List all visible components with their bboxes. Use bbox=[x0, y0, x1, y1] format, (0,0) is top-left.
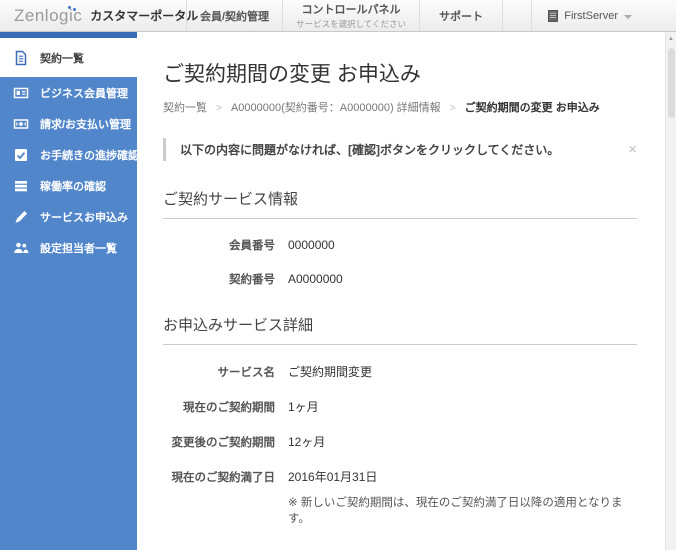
breadcrumb-detail[interactable]: A0000000(契約番号：A0000000) 詳細情報 bbox=[231, 102, 441, 114]
section-contract-service-info: ご契約サービス情報 会員番号 0000000 契約番号 A0000000 bbox=[163, 188, 637, 287]
menu-control-panel[interactable]: コントロールパネル サービスを選択してください bbox=[282, 0, 419, 31]
check-square-icon bbox=[13, 147, 29, 163]
sidebar-item-contract-list[interactable]: 契約一覧 bbox=[0, 38, 137, 77]
field-label: 現在のご契約満了日 bbox=[171, 471, 276, 484]
account-name: FirstServer bbox=[564, 9, 618, 22]
sidebar-item-label: 稼働率の確認 bbox=[40, 180, 106, 193]
notice-banner: 以下の内容に問題がなければ、[確認]ボタンをクリックしてください。 × bbox=[163, 138, 637, 161]
menu-support[interactable]: サポート bbox=[419, 0, 504, 31]
breadcrumb-contract-list[interactable]: 契約一覧 bbox=[163, 102, 207, 114]
id-card-icon bbox=[13, 85, 29, 101]
period-note: ※ 新しいご契約期間は、現在のご契約満了日以降の適用となります。 bbox=[288, 497, 623, 525]
scrollbar[interactable]: ▲ bbox=[665, 32, 676, 550]
zenlogic-logo-text: Zenlogic bbox=[14, 5, 83, 25]
field-value: 2016年01月31日 bbox=[288, 470, 378, 484]
field-label: 契約番号 bbox=[229, 274, 275, 286]
sidebar-item-admin-list[interactable]: 設定担当者一覧 bbox=[0, 232, 137, 263]
header-menu: 会員/契約管理 コントロールパネル サービスを選択してください サポート bbox=[186, 0, 504, 31]
account-menu[interactable]: FirstServer bbox=[531, 0, 648, 31]
field-label: 変更後のご契約期間 bbox=[171, 436, 276, 449]
breadcrumb-current: ご契約期間の変更 お申込み bbox=[464, 102, 600, 114]
app-logo[interactable]: Zenlogic カスタマーポータル bbox=[0, 0, 198, 31]
page-title: ご契約期間の変更 お申込み bbox=[163, 63, 421, 86]
field-row-member-number: 会員番号 0000000 bbox=[163, 237, 637, 253]
sidebar-item-label: お手続きの進捗確認 bbox=[40, 149, 139, 162]
sidebar-item-label: 請求/お支払い管理 bbox=[40, 118, 132, 131]
section-application-detail: お申込みサービス詳細 サービス名 ご契約期間変更 現在のご契約期間 1ヶ月 変更… bbox=[163, 314, 637, 526]
pen-icon bbox=[13, 209, 29, 225]
field-row-contract-number: 契約番号 A0000000 bbox=[163, 271, 637, 287]
field-value: ご契約期間変更 bbox=[288, 365, 373, 379]
billing-icon bbox=[13, 116, 29, 132]
field-row-current-period: 現在のご契約期間 1ヶ月 bbox=[163, 398, 637, 415]
field-value: 0000000 bbox=[288, 238, 335, 252]
chevron-down-icon bbox=[624, 14, 632, 19]
sidebar-item-label: ビジネス会員管理 bbox=[40, 87, 128, 100]
document-icon bbox=[13, 50, 29, 66]
main-content: ご契約期間の変更 お申込み 契約一覧 > A0000000(契約番号：A0000… bbox=[137, 32, 665, 550]
field-value: A0000000 bbox=[288, 272, 343, 286]
field-value: 1ヶ月 bbox=[288, 400, 319, 414]
field-label: 会員番号 bbox=[229, 240, 275, 252]
field-row-expiry-date: 現在のご契約満了日 2016年01月31日 bbox=[163, 468, 637, 485]
breadcrumb-separator: > bbox=[449, 103, 456, 114]
scrollbar-thumb[interactable] bbox=[668, 48, 675, 118]
top-header: Zenlogic カスタマーポータル 会員/契約管理 コントロールパネル サービ… bbox=[0, 0, 676, 32]
breadcrumb: 契約一覧 > A0000000(契約番号：A0000000) 詳細情報 > ご契… bbox=[163, 99, 637, 115]
sidebar-item-billing[interactable]: 請求/お支払い管理 bbox=[0, 108, 137, 139]
notice-text: 以下の内容に問題がなければ、[確認]ボタンをクリックしてください。 bbox=[180, 143, 560, 157]
scroll-up-arrow[interactable]: ▲ bbox=[666, 32, 676, 46]
portal-title: カスタマーポータル bbox=[90, 9, 199, 23]
field-row-service-name: サービス名 ご契約期間変更 bbox=[163, 363, 637, 380]
server-icon bbox=[548, 9, 559, 22]
section-heading: お申込みサービス詳細 bbox=[163, 314, 637, 345]
menu-sublabel: サービスを選択してください bbox=[296, 19, 407, 29]
sidebar-item-uptime[interactable]: 稼働率の確認 bbox=[0, 170, 137, 201]
sidebar-item-label: サービスお申込み bbox=[40, 211, 128, 224]
menu-member-contract[interactable]: 会員/契約管理 bbox=[186, 0, 282, 31]
field-row-new-period: 変更後のご契約期間 12ヶ月 bbox=[163, 433, 637, 450]
sidebar-item-business-member[interactable]: ビジネス会員管理 bbox=[0, 77, 137, 108]
menu-label: 会員/契約管理 bbox=[200, 10, 270, 23]
sidebar-item-service-apply[interactable]: サービスお申込み bbox=[0, 201, 137, 232]
sidebar-item-label: 設定担当者一覧 bbox=[40, 242, 117, 255]
sidebar-item-progress-check[interactable]: お手続きの進捗確認 bbox=[0, 139, 139, 170]
menu-label: サポート bbox=[439, 10, 484, 23]
field-label: 現在のご契約期間 bbox=[183, 401, 275, 414]
field-label: サービス名 bbox=[217, 366, 276, 379]
close-icon[interactable]: × bbox=[628, 142, 637, 157]
sidebar: 契約一覧 ビジネス会員管理 請求/お支払い管理 お手続きの進捗確認 稼働率の確認… bbox=[0, 32, 139, 550]
section-heading: ご契約サービス情報 bbox=[163, 188, 637, 219]
menu-label: コントロールパネル bbox=[301, 4, 401, 16]
people-icon bbox=[13, 240, 29, 256]
sidebar-item-label: 契約一覧 bbox=[40, 52, 84, 65]
field-value: 12ヶ月 bbox=[288, 435, 326, 449]
breadcrumb-separator: > bbox=[216, 103, 222, 114]
bars-icon bbox=[13, 178, 29, 194]
